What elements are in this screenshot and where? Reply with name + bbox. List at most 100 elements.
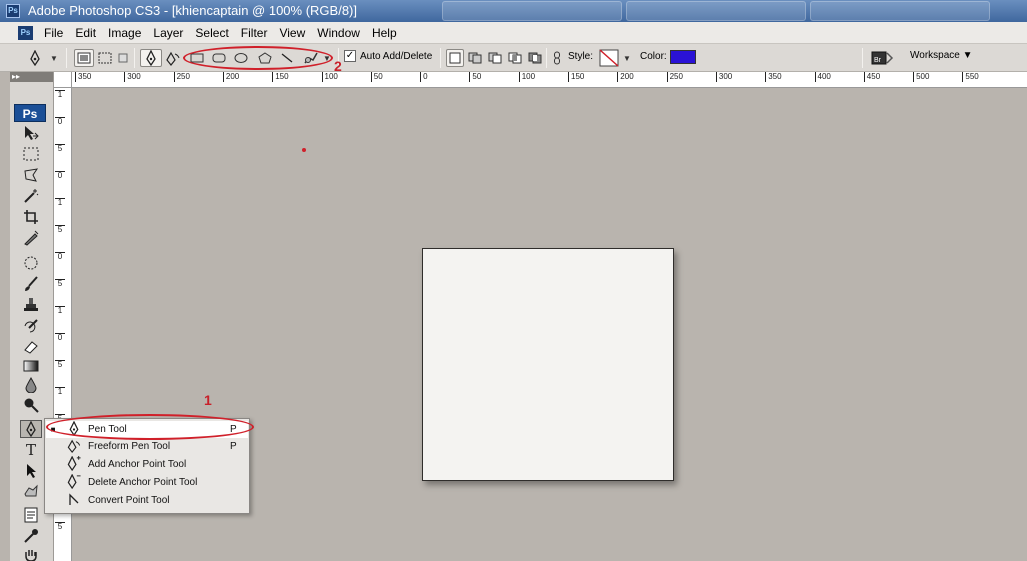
taskbar-tab[interactable]: [810, 1, 990, 21]
chevron-down-icon[interactable]: ▼: [622, 49, 632, 67]
path-selection-icon[interactable]: [20, 462, 42, 480]
flyout-item-convert-point-tool[interactable]: Convert Point Tool: [46, 492, 248, 509]
ruler-origin[interactable]: [54, 72, 72, 88]
clone-stamp-icon[interactable]: [20, 296, 42, 314]
style-label: Style:: [568, 51, 594, 62]
menu-window[interactable]: Window: [311, 26, 366, 40]
menu-select[interactable]: Select: [189, 26, 234, 40]
taskbar-tab[interactable]: [442, 1, 622, 21]
ruler-tick-label: 250: [173, 72, 190, 82]
menu-layer[interactable]: Layer: [147, 26, 189, 40]
type-tool-icon[interactable]: T: [20, 441, 42, 459]
options-divider: [440, 48, 441, 68]
delete-anchor-icon: [60, 473, 88, 492]
ruler-tick-label: 0: [55, 117, 65, 126]
move-tool-icon[interactable]: [20, 124, 42, 142]
dodge-tool-icon[interactable]: [20, 396, 42, 414]
document-icon[interactable]: Ps: [18, 26, 33, 40]
pen-tool-icon[interactable]: [20, 420, 42, 438]
magic-wand-icon[interactable]: [20, 187, 42, 205]
ruler-tick-label: 5: [55, 225, 65, 234]
annotation-ellipse-shape-tools: [183, 46, 333, 70]
ruler-tick-label: 0: [55, 333, 65, 342]
ruler-tick-label: 150: [568, 72, 584, 82]
app-logo-icon: Ps: [6, 4, 20, 18]
style-swatch-icon[interactable]: [598, 49, 620, 67]
path-combine-icon[interactable]: [446, 49, 464, 67]
path-exclude-icon[interactable]: [526, 49, 544, 67]
gradient-tool-icon[interactable]: [20, 357, 42, 375]
ruler-tick-label: 1: [55, 90, 65, 99]
window-title: Adobe Photoshop CS3 - [khiencaptain @ 10…: [28, 3, 357, 18]
shape-layers-icon[interactable]: [74, 49, 94, 67]
eraser-tool-icon[interactable]: [20, 338, 42, 356]
ruler-tick-label: 0: [55, 252, 65, 261]
chevron-down-icon[interactable]: ▼: [48, 49, 60, 67]
lasso-tool-icon[interactable]: [20, 166, 42, 184]
options-divider: [862, 48, 863, 68]
pen-icon[interactable]: [140, 49, 162, 67]
crop-tool-icon[interactable]: [20, 208, 42, 226]
flyout-item-freeform-pen-tool[interactable]: Freeform Pen Tool P: [46, 438, 248, 455]
ruler-tick-label: 350: [765, 72, 782, 82]
horizontal-ruler[interactable]: 350 300 250 200 150 100 50 0 50 100 150 200 250 300 35…: [72, 72, 1027, 88]
menu-image[interactable]: Image: [102, 26, 147, 40]
color-swatch[interactable]: [670, 50, 696, 64]
blur-tool-icon[interactable]: [20, 376, 42, 394]
healing-brush-icon[interactable]: [20, 254, 42, 272]
tool-preset-picker-icon[interactable]: [24, 49, 46, 67]
menu-view[interactable]: View: [273, 26, 311, 40]
taskbar-tab[interactable]: [626, 1, 806, 21]
ps-logo-badge[interactable]: Ps: [14, 104, 46, 122]
slice-tool-icon[interactable]: [20, 229, 42, 247]
ruler-tick-label: 0: [55, 171, 65, 180]
ruler-tick-label: 1: [55, 198, 65, 207]
toolbox-grip[interactable]: ▸▸: [10, 72, 53, 82]
ruler-tick-label: 300: [715, 72, 732, 82]
brush-tool-icon[interactable]: [20, 275, 42, 293]
menu-edit[interactable]: Edit: [69, 26, 102, 40]
custom-shape-icon[interactable]: [20, 482, 42, 500]
path-add-icon[interactable]: [466, 49, 484, 67]
ruler-tick-label: 50: [469, 72, 481, 82]
path-intersect-icon[interactable]: [506, 49, 524, 67]
fill-pixels-icon[interactable]: [116, 49, 130, 67]
link-icon[interactable]: [550, 49, 564, 67]
path-subtract-icon[interactable]: [486, 49, 504, 67]
freeform-pen-icon: [60, 438, 88, 456]
ruler-tick-label: 250: [666, 72, 683, 82]
paths-mode-icon[interactable]: [96, 49, 114, 67]
ruler-tick-label: 500: [913, 72, 929, 82]
ruler-tick-label: 300: [124, 72, 141, 82]
ruler-tick-label: 5: [55, 522, 65, 531]
title-bar: Ps Adobe Photoshop CS3 - [khiencaptain @…: [0, 0, 1027, 22]
options-divider: [134, 48, 135, 68]
options-divider: [66, 48, 67, 68]
annotation-ellipse-pen-tool: [46, 414, 254, 440]
red-marker-dot: [302, 148, 306, 152]
auto-add-delete-option[interactable]: ✓ Auto Add/Delete: [344, 50, 432, 62]
auto-add-delete-checkbox[interactable]: ✓: [344, 50, 356, 62]
notes-tool-icon[interactable]: [20, 506, 42, 524]
document-canvas[interactable]: [422, 248, 674, 481]
flyout-item-add-anchor-point-tool[interactable]: Add Anchor Point Tool: [46, 455, 248, 473]
menu-help[interactable]: Help: [366, 26, 403, 40]
ruler-tick-label: 0: [420, 72, 428, 82]
freeform-pen-icon[interactable]: [164, 49, 182, 67]
marquee-tool-icon[interactable]: [20, 145, 42, 163]
flyout-item-shortcut: P: [230, 441, 237, 452]
color-label: Color:: [640, 51, 667, 62]
hand-tool-icon[interactable]: [20, 546, 42, 561]
menu-filter[interactable]: Filter: [235, 26, 274, 40]
ruler-tick-label: 1: [55, 306, 65, 315]
flyout-item-delete-anchor-point-tool[interactable]: Delete Anchor Point Tool: [46, 473, 248, 492]
history-brush-icon[interactable]: [20, 317, 42, 335]
convert-point-icon: [60, 492, 88, 509]
eyedropper-icon[interactable]: [20, 527, 42, 545]
bridge-icon[interactable]: Br: [870, 49, 894, 67]
flyout-item-label: Add Anchor Point Tool: [88, 459, 187, 470]
ruler-tick-label: 550: [962, 72, 979, 82]
workspace-menu[interactable]: Workspace ▼: [910, 50, 973, 61]
ruler-tick-label: 200: [222, 72, 239, 82]
menu-file[interactable]: File: [38, 26, 69, 40]
